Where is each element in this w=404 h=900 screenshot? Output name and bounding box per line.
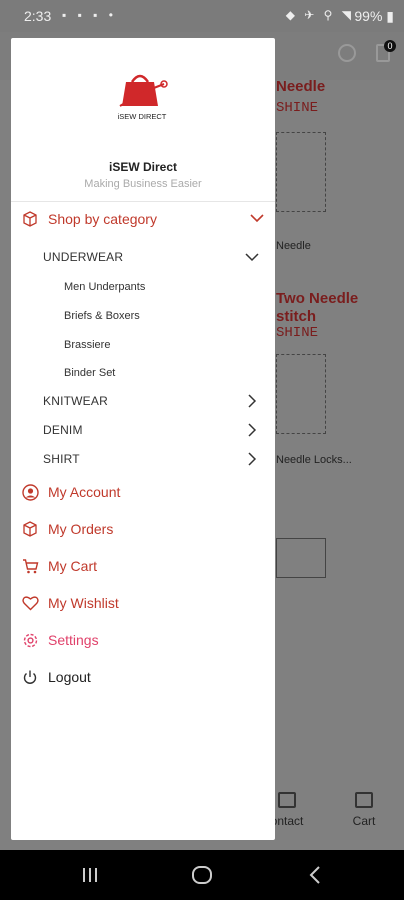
mail-icon [278,792,296,808]
category-shirt[interactable]: SHIRT [11,446,275,474]
chevron-right-icon [243,421,261,439]
status-bar: 2:33 ▪ ▪ ▪ • ◆ ✈ ⚲ ◥ 99% ▮ [0,0,404,32]
category-knitwear[interactable]: KNITWEAR [11,388,275,416]
heart-icon [21,594,39,612]
subcategory-item[interactable]: Binder Set [11,361,275,387]
category-label: UNDERWEAR [43,250,124,264]
menu-settings[interactable]: Settings [11,625,275,655]
chevron-down-icon [249,210,265,231]
menu-label: Logout [48,669,91,685]
app-name: iSEW Direct [108,160,177,174]
menu-my-cart[interactable]: My Cart [11,551,275,581]
svg-text:iSEW DIRECT: iSEW DIRECT [118,112,167,121]
nav-cart[interactable]: Cart [342,792,386,828]
recents-icon[interactable] [78,863,102,887]
product-subtitle: SHINE [276,325,319,341]
search-icon[interactable] [338,44,356,62]
nav-cart-label: Cart [352,814,376,828]
menu-label: My Orders [48,521,114,537]
product-image[interactable] [276,354,326,434]
shop-by-category-label: Shop by category [48,211,157,227]
gear-icon [21,631,39,649]
subcategory-label: Binder Set [64,367,116,379]
cart-badge: 0 [384,40,396,52]
logo: iSEW DIRECT [118,74,168,121]
cart-icon [21,557,39,575]
subcategory-label: Briefs & Boxers [64,310,140,322]
chevron-right-icon [243,392,261,410]
box-icon [21,520,39,538]
drawer-header: iSEW DIRECT iSEW Direct Making Business … [11,38,275,202]
account-icon [21,483,39,501]
category-underwear[interactable]: UNDERWEAR [11,244,275,272]
status-time: 2:33 [24,8,52,24]
product-image[interactable] [276,538,326,578]
cart-icon [355,792,373,808]
category-denim[interactable]: DENIM [11,417,275,445]
subcategory-item[interactable]: Men Underpants [11,275,275,301]
product-label[interactable]: Needle [276,240,311,252]
menu-label: My Wishlist [48,595,119,611]
system-icons: ◆ ✈ ⚲ ◥ [285,8,354,22]
box-icon [21,210,39,228]
category-label: DENIM [43,423,83,437]
system-nav-bar [0,850,404,900]
subcategory-item[interactable]: Briefs & Boxers [11,304,275,330]
home-icon[interactable] [190,863,214,887]
category-label: SHIRT [43,452,80,466]
subcategory-item[interactable]: Brassiere [11,333,275,359]
nav-contact-label: ontact [270,814,304,828]
product-title: Needle [276,78,326,95]
battery-level: 99% ▮ [354,8,394,24]
subcategory-label: Brassiere [64,339,111,351]
shop-by-category[interactable]: Shop by category [11,204,275,234]
chevron-down-icon [243,248,261,266]
chevron-right-icon [243,450,261,468]
menu-logout[interactable]: Logout [11,662,275,692]
menu-label: Settings [48,632,99,648]
back-icon[interactable] [304,863,328,887]
product-title: Two Needle [276,290,359,307]
product-image[interactable] [276,132,326,212]
app-tagline: Making Business Easier [84,178,202,190]
navigation-drawer: iSEW DIRECT iSEW Direct Making Business … [11,38,275,840]
power-icon [21,668,39,686]
menu-my-wishlist[interactable]: My Wishlist [11,588,275,618]
product-title-line2: stitch [276,308,317,325]
subcategory-label: Men Underpants [64,281,146,293]
product-label[interactable]: Needle Locks... [276,454,352,466]
category-label: KNITWEAR [43,394,108,408]
menu-label: My Cart [48,558,97,574]
notification-icons: ▪ ▪ ▪ • [62,8,117,22]
product-subtitle: SHINE [276,100,319,116]
menu-label: My Account [48,484,121,500]
menu-my-orders[interactable]: My Orders [11,514,275,544]
menu-my-account[interactable]: My Account [11,477,275,507]
